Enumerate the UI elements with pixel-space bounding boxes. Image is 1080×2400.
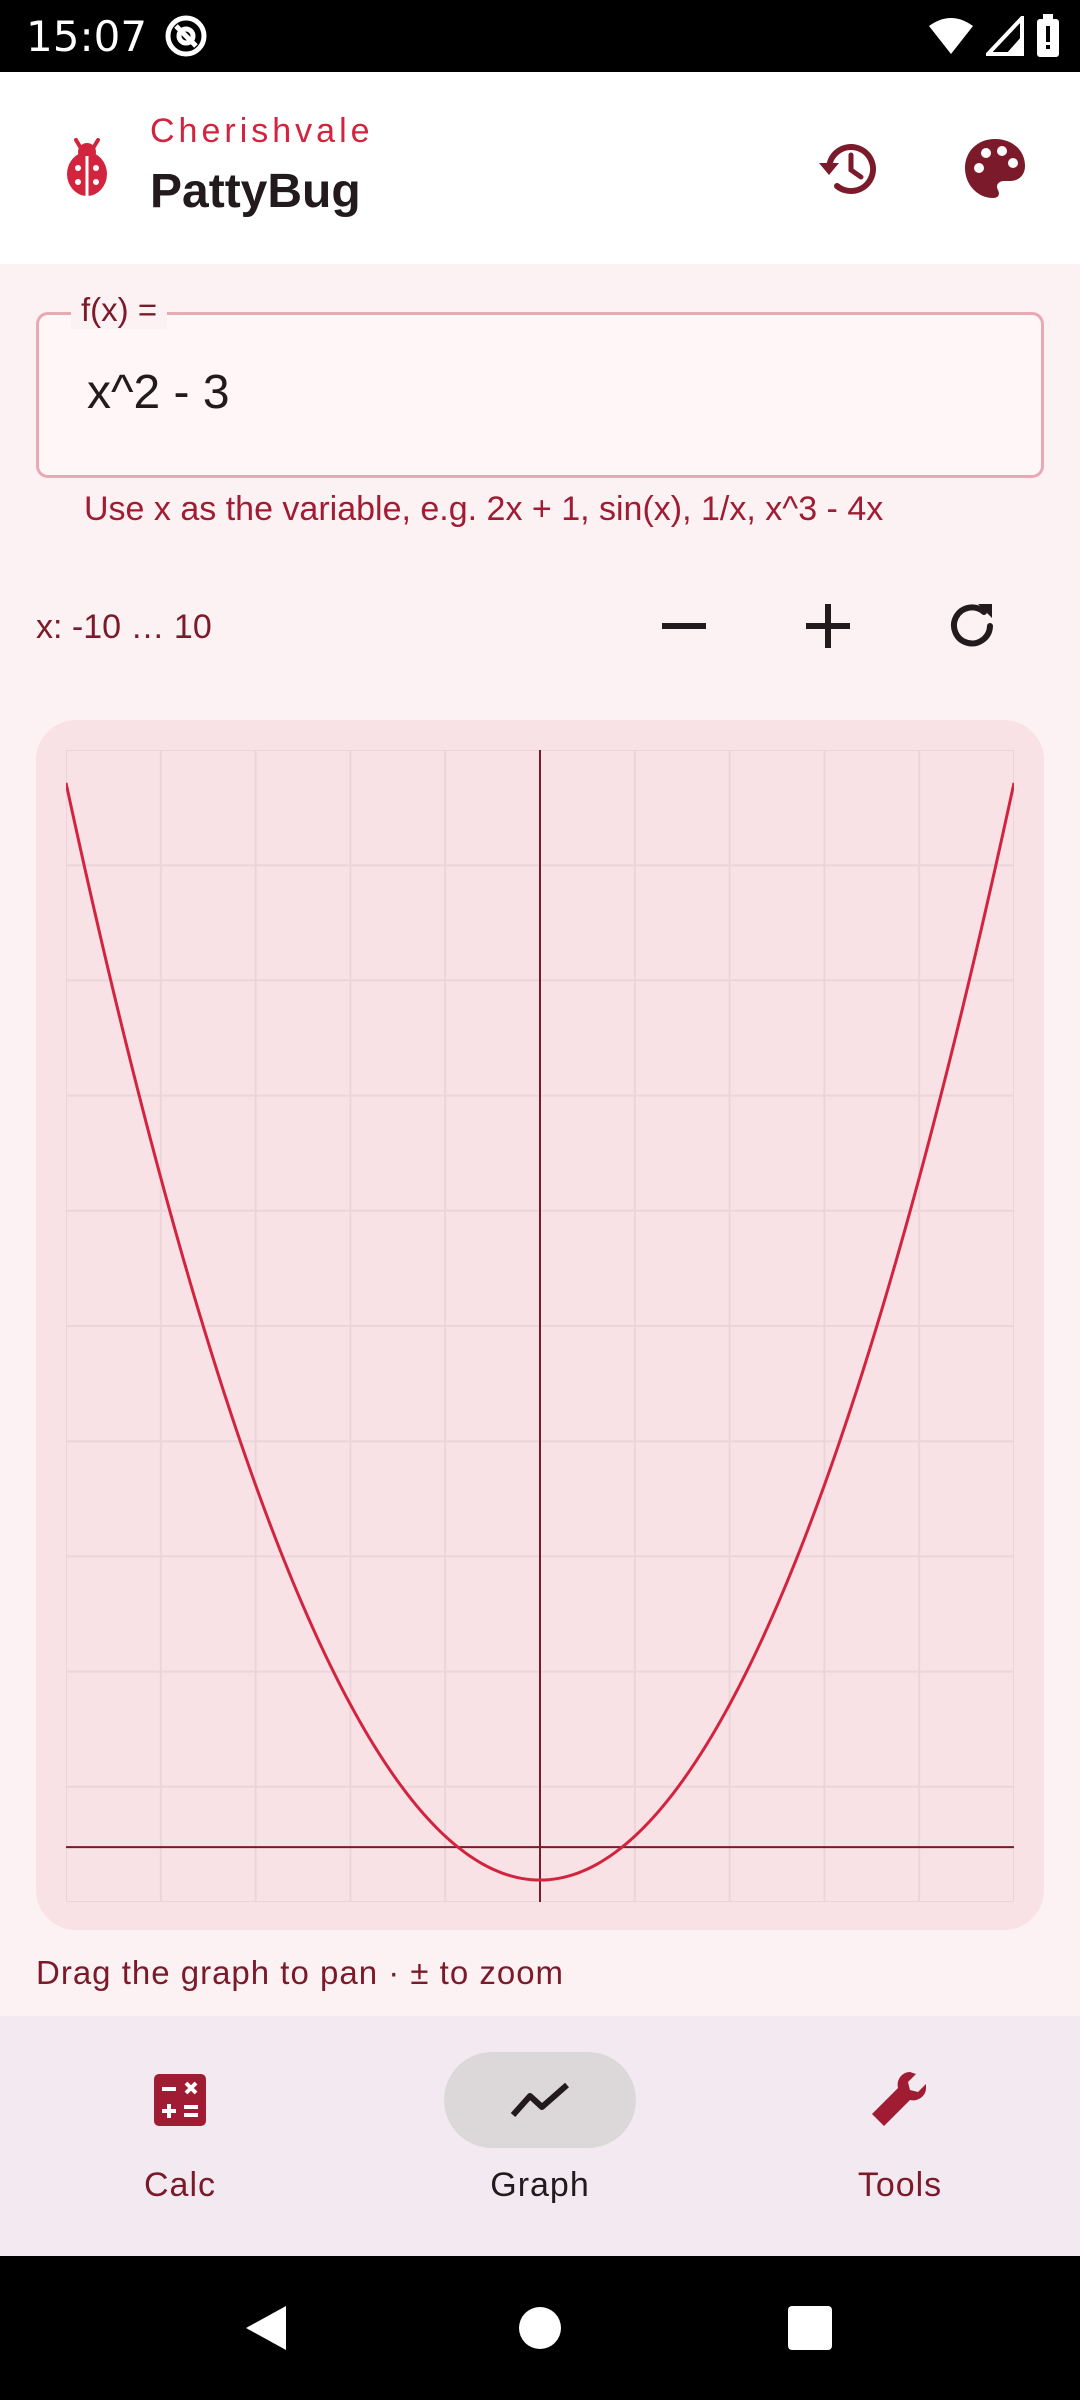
calculator-icon <box>154 2074 206 2126</box>
history-button[interactable] <box>812 130 890 208</box>
nav-label-calc: Calc <box>143 2166 217 2204</box>
battery-icon <box>1037 14 1059 57</box>
nav-icon-container <box>84 2052 276 2148</box>
function-graph[interactable] <box>66 750 1014 1902</box>
palette-icon <box>965 139 1025 198</box>
zoom-in-icon <box>806 604 850 648</box>
reset-icon <box>951 604 993 647</box>
status-bar: 15:07 <box>0 0 1080 72</box>
nav-icon-container <box>444 2052 636 2148</box>
brand-subtitle: Cherishvale <box>150 112 374 150</box>
function-input-field[interactable]: f(x) = x^2 - 3 <box>36 291 1044 478</box>
recents-button[interactable] <box>774 2292 846 2364</box>
wrench-icon <box>872 2072 926 2126</box>
status-time: 15:07 <box>26 12 148 61</box>
recents-icon <box>788 2306 832 2350</box>
zoom-out-button[interactable] <box>648 590 720 662</box>
trend-icon <box>510 2082 569 2118</box>
status-icons <box>928 12 1060 60</box>
nav-item-graph[interactable]: Graph <box>360 2016 720 2256</box>
theme-palette-button[interactable] <box>956 130 1034 208</box>
wifi-icon <box>929 18 973 54</box>
system-navigation-bar <box>0 2256 1080 2400</box>
function-helper-text: Use x as the variable, e.g. 2x + 1, sin(… <box>84 490 884 528</box>
graph-card[interactable] <box>36 720 1044 1930</box>
app-title: PattyBug <box>150 165 361 218</box>
x-range-label: x: -10 … 10 <box>36 608 212 646</box>
reset-view-button[interactable] <box>936 590 1008 662</box>
back-icon <box>246 2306 286 2350</box>
bottom-navigation: Calc Graph Tools <box>0 2016 1080 2256</box>
zoom-in-button[interactable] <box>792 590 864 662</box>
ladybug-icon <box>67 138 107 196</box>
function-input-value[interactable]: x^2 - 3 <box>87 365 230 420</box>
at-sign-icon <box>165 15 207 57</box>
nav-label-tools: Tools <box>857 2166 943 2204</box>
function-input-label: f(x) = <box>71 291 168 329</box>
nav-icon-container <box>804 2052 996 2148</box>
nav-item-tools[interactable]: Tools <box>720 2016 1080 2256</box>
graph-hint: Drag the graph to pan · ± to zoom <box>36 1954 565 1991</box>
history-icon <box>819 144 876 195</box>
zoom-out-icon <box>662 623 706 629</box>
home-button[interactable] <box>504 2292 576 2364</box>
cell-signal-icon <box>986 16 1024 56</box>
back-button[interactable] <box>230 2292 302 2364</box>
home-icon <box>519 2307 561 2349</box>
nav-item-calc[interactable]: Calc <box>0 2016 360 2256</box>
app-bar: Cherishvale PattyBug <box>0 72 1080 264</box>
nav-label-graph: Graph <box>490 2166 590 2204</box>
